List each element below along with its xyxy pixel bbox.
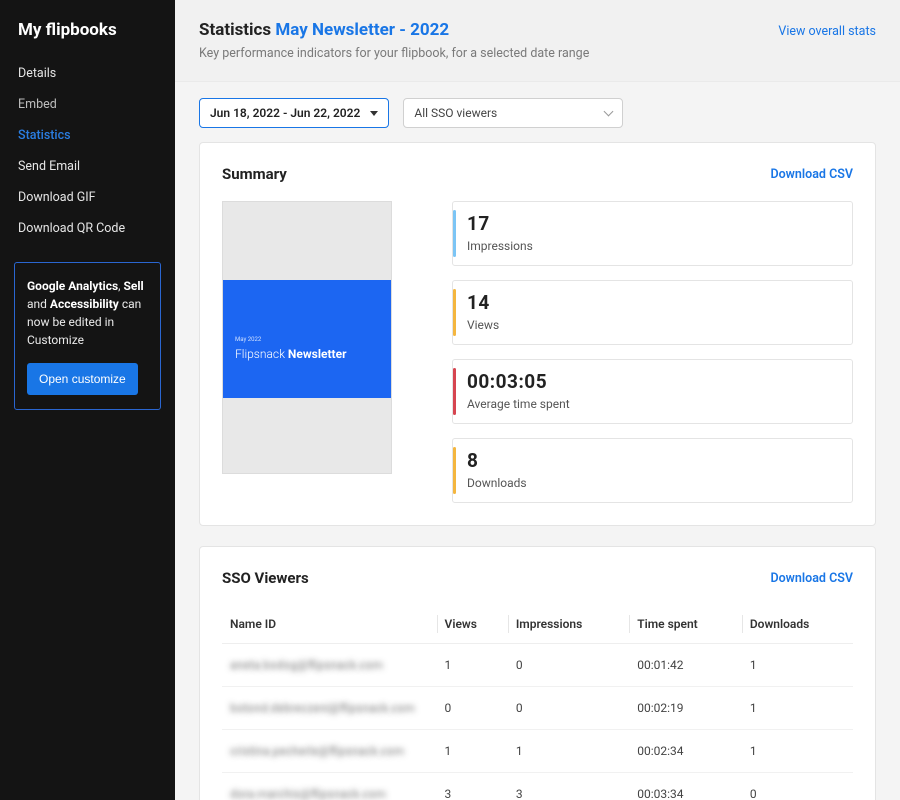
cell-name: dora.marchis@flipsnack.com bbox=[230, 787, 386, 800]
stat-views: 14 Views bbox=[452, 280, 853, 345]
sidebar-title: My flipbooks bbox=[0, 20, 175, 58]
main: Statistics May Newsletter - 2022 Key per… bbox=[175, 0, 900, 800]
cell-downloads: 0 bbox=[742, 773, 853, 800]
page-title: Statistics May Newsletter - 2022 bbox=[199, 20, 589, 40]
flipbook-thumbnail[interactable]: May 2022 Flipsnack Newsletter bbox=[222, 201, 392, 474]
sidebar-item-embed[interactable]: Embed bbox=[0, 89, 175, 120]
caret-down-icon bbox=[370, 111, 378, 116]
sso-download-csv-link[interactable]: Download CSV bbox=[770, 571, 853, 586]
stat-impressions: 17 Impressions bbox=[452, 201, 853, 266]
controls-row: Jun 18, 2022 - Jun 22, 2022 All SSO view… bbox=[199, 98, 876, 128]
col-impressions[interactable]: Impressions bbox=[508, 605, 629, 644]
col-downloads[interactable]: Downloads bbox=[742, 605, 853, 644]
table-row: cristina.pecherle@flipsnack.com 1 1 00:0… bbox=[222, 730, 853, 773]
sso-viewers-table: Name ID Views Impressions Time spent Dow… bbox=[222, 605, 853, 800]
cell-downloads: 1 bbox=[742, 730, 853, 773]
sso-viewers-title: SSO Viewers bbox=[222, 569, 309, 587]
thumbnail-title: Flipsnack Newsletter bbox=[235, 347, 379, 361]
cell-impressions: 1 bbox=[508, 730, 629, 773]
cell-time: 00:02:34 bbox=[629, 730, 742, 773]
col-time-spent[interactable]: Time spent bbox=[629, 605, 742, 644]
view-overall-stats-link[interactable]: View overall stats bbox=[778, 24, 876, 39]
promo-box: Google Analytics, Sell and Accessibility… bbox=[14, 262, 161, 410]
cell-name: aneta.bodog@flipsnack.com bbox=[230, 658, 383, 672]
stat-impressions-value: 17 bbox=[467, 212, 838, 235]
cell-impressions: 0 bbox=[508, 687, 629, 730]
sidebar-item-send-email[interactable]: Send Email bbox=[0, 151, 175, 182]
chevron-down-icon bbox=[604, 107, 614, 117]
cell-impressions: 3 bbox=[508, 773, 629, 800]
cell-views: 1 bbox=[437, 644, 508, 687]
sso-select-value: All SSO viewers bbox=[414, 106, 497, 120]
col-name-id[interactable]: Name ID bbox=[222, 605, 437, 644]
cell-name: cristina.pecherle@flipsnack.com bbox=[230, 744, 404, 758]
stat-views-value: 14 bbox=[467, 291, 838, 314]
table-row: aneta.bodog@flipsnack.com 1 0 00:01:42 1 bbox=[222, 644, 853, 687]
flipbook-name: May Newsletter - 2022 bbox=[275, 20, 449, 40]
cell-views: 1 bbox=[437, 730, 508, 773]
sidebar-item-statistics[interactable]: Statistics bbox=[0, 120, 175, 151]
sidebar-item-download-gif[interactable]: Download GIF bbox=[0, 182, 175, 213]
cell-views: 3 bbox=[437, 773, 508, 800]
stat-views-label: Views bbox=[467, 318, 838, 332]
content-area: Jun 18, 2022 - Jun 22, 2022 All SSO view… bbox=[175, 82, 900, 800]
thumbnail-date: May 2022 bbox=[235, 336, 379, 343]
sidebar-item-download-qr[interactable]: Download QR Code bbox=[0, 213, 175, 244]
cell-name: botond.debreczeni@flipsnack.com bbox=[230, 701, 415, 715]
sso-viewers-card: SSO Viewers Download CSV Name ID Views I… bbox=[199, 546, 876, 800]
cell-views: 0 bbox=[437, 687, 508, 730]
sidebar: My flipbooks Details Embed Statistics Se… bbox=[0, 0, 175, 800]
page-header: Statistics May Newsletter - 2022 Key per… bbox=[175, 0, 900, 82]
date-range-picker[interactable]: Jun 18, 2022 - Jun 22, 2022 bbox=[199, 98, 389, 128]
cell-time: 00:02:19 bbox=[629, 687, 742, 730]
sidebar-item-details[interactable]: Details bbox=[0, 58, 175, 89]
stat-downloads-value: 8 bbox=[467, 449, 838, 472]
summary-card: Summary Download CSV May 2022 Flipsnack … bbox=[199, 142, 876, 526]
stat-downloads-label: Downloads bbox=[467, 476, 838, 490]
stat-avg-time-label: Average time spent bbox=[467, 397, 838, 411]
page-subtitle: Key performance indicators for your flip… bbox=[199, 46, 589, 61]
stat-avg-time: 00:03:05 Average time spent bbox=[452, 359, 853, 424]
cell-time: 00:03:34 bbox=[629, 773, 742, 800]
sso-viewer-select[interactable]: All SSO viewers bbox=[403, 98, 623, 128]
table-row: dora.marchis@flipsnack.com 3 3 00:03:34 … bbox=[222, 773, 853, 800]
stat-impressions-label: Impressions bbox=[467, 239, 838, 253]
sso-viewers-tbody: aneta.bodog@flipsnack.com 1 0 00:01:42 1… bbox=[222, 644, 853, 800]
summary-title: Summary bbox=[222, 165, 287, 183]
cell-impressions: 0 bbox=[508, 644, 629, 687]
cell-downloads: 1 bbox=[742, 687, 853, 730]
stat-avg-time-value: 00:03:05 bbox=[467, 370, 838, 393]
open-customize-button[interactable]: Open customize bbox=[27, 363, 138, 395]
promo-text: Google Analytics, Sell and Accessibility… bbox=[27, 279, 144, 347]
col-views[interactable]: Views bbox=[437, 605, 508, 644]
date-range-value: Jun 18, 2022 - Jun 22, 2022 bbox=[210, 106, 360, 120]
cell-downloads: 1 bbox=[742, 644, 853, 687]
table-row: botond.debreczeni@flipsnack.com 0 0 00:0… bbox=[222, 687, 853, 730]
stat-downloads: 8 Downloads bbox=[452, 438, 853, 503]
cell-time: 00:01:42 bbox=[629, 644, 742, 687]
summary-download-csv-link[interactable]: Download CSV bbox=[770, 167, 853, 182]
